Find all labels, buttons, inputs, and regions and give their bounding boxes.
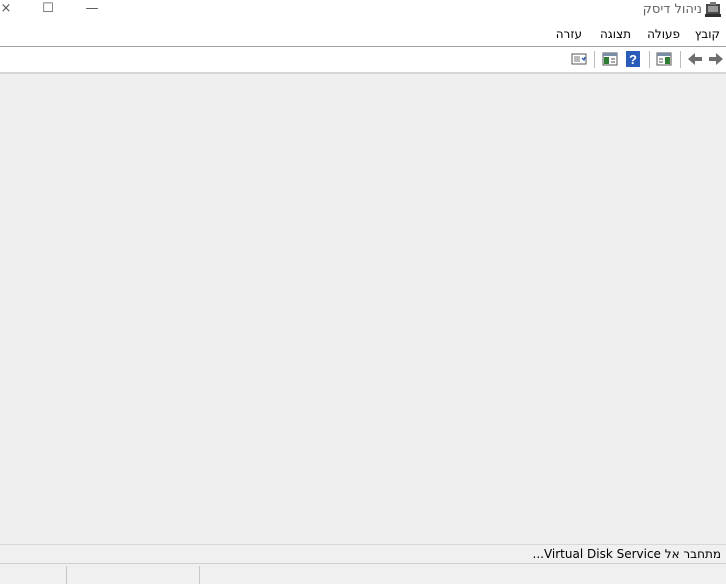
menu-help[interactable]: עזרה	[556, 27, 582, 41]
status-text: מתחבר אל Virtual Disk Service...	[532, 547, 721, 561]
maximize-button[interactable]: ☐	[36, 0, 60, 20]
main-content-area	[0, 72, 726, 545]
menu-file[interactable]: קובץ	[695, 27, 720, 41]
toolbar: ?	[0, 46, 726, 71]
close-button[interactable]: ×	[0, 0, 18, 20]
minimize-button[interactable]: —	[80, 0, 104, 20]
title-bar: × ☐ — ניהול דיסק	[0, 0, 726, 22]
show-hide-console-tree-icon[interactable]	[656, 51, 672, 67]
back-arrow-icon[interactable]	[687, 51, 703, 67]
status-pane-divider	[66, 566, 67, 584]
bottom-status-panes	[0, 563, 726, 584]
toolbar-separator	[594, 51, 595, 68]
menu-bar: קובץ פעולה תצוגה עזרה	[0, 24, 726, 46]
window-title: ניהול דיסק	[642, 2, 702, 17]
menu-view[interactable]: תצוגה	[600, 27, 631, 41]
toolbar-separator	[649, 51, 650, 68]
help-icon[interactable]: ?	[625, 51, 641, 67]
status-bar: מתחבר אל Virtual Disk Service...	[0, 544, 726, 564]
toolbar-separator	[680, 51, 681, 68]
svg-text:?: ?	[629, 52, 637, 67]
status-pane-divider	[199, 566, 200, 584]
forward-arrow-icon[interactable]	[708, 51, 724, 67]
disk-management-icon	[705, 2, 721, 17]
show-hide-action-pane-icon[interactable]	[602, 51, 618, 67]
properties-icon[interactable]	[571, 51, 587, 67]
menu-action[interactable]: פעולה	[647, 27, 680, 41]
